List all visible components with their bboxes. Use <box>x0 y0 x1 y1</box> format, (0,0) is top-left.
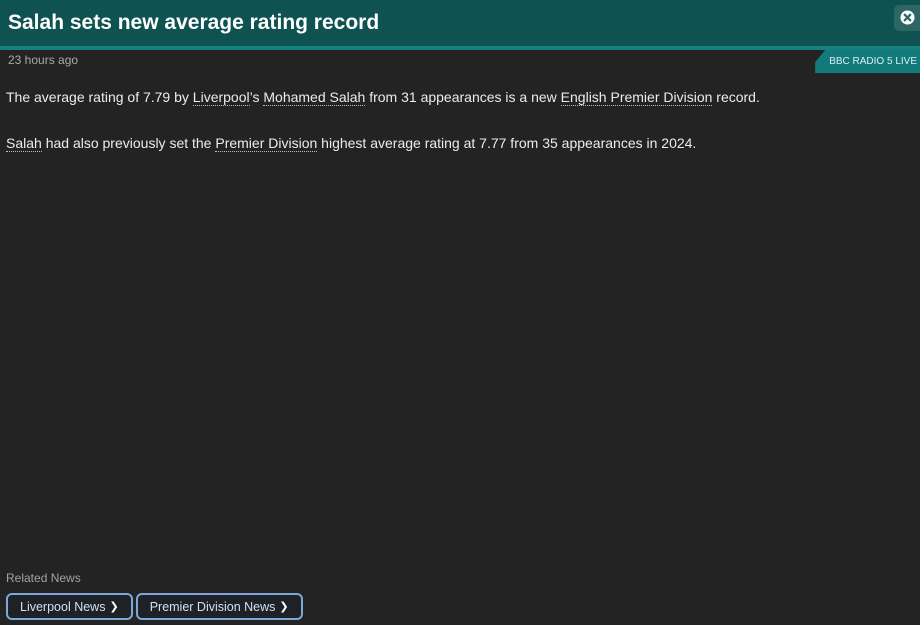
player-link-mohamed-salah[interactable]: Mohamed Salah <box>263 89 366 106</box>
text: ’s <box>249 89 264 105</box>
player-link-salah[interactable]: Salah <box>6 135 42 152</box>
text: The average rating of 7.79 by <box>6 89 193 105</box>
paragraph-2: Salah had also previously set the Premie… <box>6 133 906 153</box>
source-badge: BBC RADIO 5 LIVE <box>815 50 920 73</box>
liverpool-news-button[interactable]: Liverpool News ❯ <box>6 593 133 620</box>
news-title: Salah sets new average rating record <box>8 11 380 34</box>
news-body: The average rating of 7.79 by Liverpool’… <box>6 87 906 179</box>
header-accent-bar <box>0 46 920 50</box>
league-link-premier-division[interactable]: Premier Division <box>215 135 318 152</box>
text: highest average rating at 7.77 from 35 a… <box>317 135 697 151</box>
news-header: Salah sets new average rating record <box>0 0 920 46</box>
chevron-right-icon: ❯ <box>279 600 289 613</box>
club-link-liverpool[interactable]: Liverpool <box>192 89 250 106</box>
premier-division-news-button[interactable]: Premier Division News ❯ <box>135 593 303 620</box>
news-timestamp: 23 hours ago <box>8 53 79 67</box>
button-label: Premier Division News <box>149 599 276 614</box>
text: had also previously set the <box>41 135 216 151</box>
related-news-heading: Related News <box>6 571 81 585</box>
close-button[interactable] <box>894 5 920 31</box>
related-news-buttons: Liverpool News ❯ Premier Division News ❯ <box>6 593 303 620</box>
close-circle-icon <box>900 10 915 25</box>
paragraph-1: The average rating of 7.79 by Liverpool’… <box>6 87 906 107</box>
chevron-right-icon: ❯ <box>109 600 119 613</box>
button-label: Liverpool News <box>20 599 106 614</box>
news-item-panel: Salah sets new average rating record 23 … <box>0 0 920 625</box>
league-link-english-premier-division[interactable]: English Premier Division <box>560 89 713 106</box>
text: record. <box>712 89 760 105</box>
text: from 31 appearances is a new <box>365 89 561 105</box>
